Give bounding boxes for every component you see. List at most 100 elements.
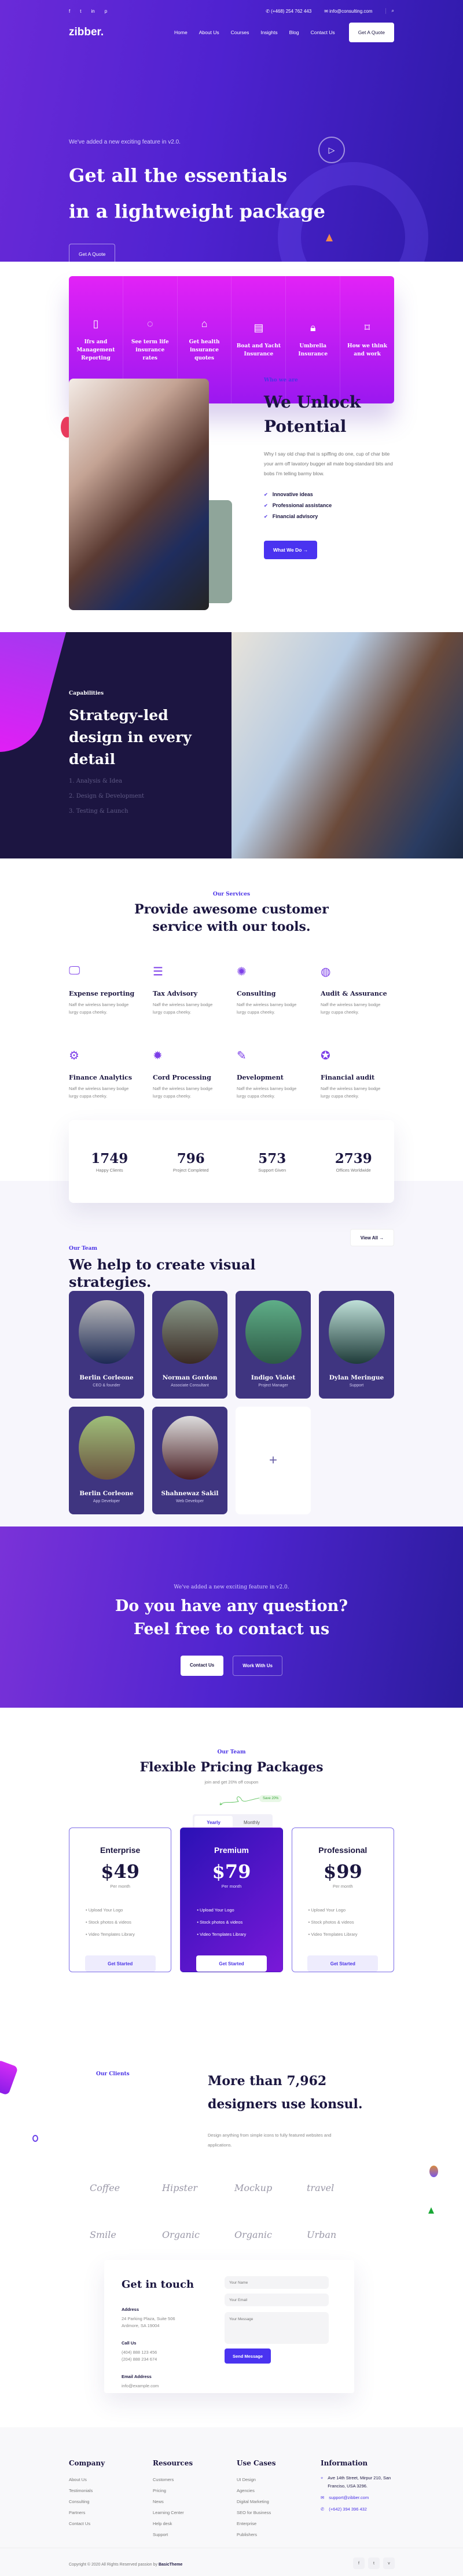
service-title: Tax Advisory — [153, 990, 198, 997]
send-message-button[interactable]: Send Message — [225, 2349, 271, 2364]
work-with-us-button[interactable]: Work With Us — [233, 1656, 282, 1676]
footer-link[interactable]: Publishers — [237, 2529, 321, 2540]
plan-price: $99 — [323, 1861, 362, 1883]
client-logo: travel — [307, 2182, 335, 2193]
team-card[interactable]: Shahnewaz Sakil Web Developer — [152, 1407, 227, 1514]
email-input[interactable] — [225, 2294, 329, 2306]
footer-column: Company About Us Testimonials Consulting Par… — [69, 2459, 153, 2540]
facebook-icon[interactable]: f — [353, 2557, 365, 2569]
pinterest-icon[interactable]: p — [105, 9, 107, 14]
stat-label: Happy Clients — [95, 1167, 123, 1173]
footer-link[interactable]: Pricing — [153, 2485, 237, 2496]
footer-link[interactable]: Enterprise — [237, 2518, 321, 2529]
footer-column-title: Resources — [153, 2459, 193, 2467]
avatar — [78, 1416, 135, 1480]
service-title: Cord Processing — [153, 1074, 211, 1081]
phone-info[interactable]: ✆ (+468) 254 762 443 — [266, 9, 311, 14]
footer-link[interactable]: SEO for Business — [237, 2507, 321, 2518]
get-quote-button[interactable]: Get A Quote — [348, 23, 394, 42]
footer-phone[interactable]: ✆ (+642) 394 396 432 — [321, 2505, 396, 2513]
footer-column: Use Cases UI Design Agencies Digital Market… — [237, 2459, 321, 2540]
service-item[interactable]: 🖵︎ Expense reporting Naff the wireless bar… — [69, 964, 153, 1016]
toggle-monthly[interactable]: Monthly — [233, 1816, 271, 1829]
play-video-button[interactable]: ▷ — [318, 137, 345, 163]
toggle-yearly[interactable]: Yearly — [194, 1816, 233, 1829]
capabilities-kicker: Capabilities — [69, 691, 104, 696]
service-item[interactable]: ✹ Cord Processing Naff the wireless barney… — [153, 1048, 237, 1100]
footer-link[interactable]: About Us — [69, 2474, 153, 2485]
footer-link[interactable]: Partners — [69, 2507, 153, 2518]
team-card[interactable]: Dylan Meringue Support — [319, 1291, 394, 1399]
checklist-text: Innovative ideas — [272, 491, 313, 497]
document-icon: ▤ — [253, 321, 264, 333]
service-item[interactable]: ✺ Consulting Naff the wireless barney bodg… — [237, 964, 321, 1016]
footer-link[interactable]: Learning Center — [153, 2507, 237, 2518]
member-role: Associate Consultant — [171, 1384, 209, 1388]
stat-value: 2739 — [335, 1150, 372, 1166]
email-info[interactable]: ✉ info@consulting.com — [324, 9, 372, 14]
pricing-subtitle: join and get 20% off coupon — [204, 1779, 259, 1785]
team-card[interactable]: Berlin Corleone App Developer — [69, 1407, 144, 1514]
nav-link-insights[interactable]: Insights — [260, 30, 277, 35]
capability-step[interactable]: 1. Analysis & Idea — [69, 774, 144, 789]
service-title: Audit & Assurance — [321, 990, 387, 997]
hero-quote-button[interactable]: Get A Quote — [69, 244, 116, 262]
contact-us-button[interactable]: Contact Us — [180, 1656, 224, 1676]
footer-email[interactable]: ✉ support@zibber.com — [321, 2494, 396, 2502]
team-card[interactable]: Indigo Violet Project Manager — [236, 1291, 311, 1399]
get-started-button[interactable]: Get Started — [84, 1955, 156, 1972]
footer-address: ⌖ Ave 14th Street, Mirpur 210, San Franci… — [321, 2474, 396, 2490]
logo[interactable]: zibber. — [69, 26, 104, 39]
brand-link[interactable]: BasicTheme — [159, 2563, 182, 2567]
footer-link[interactable]: Support — [153, 2529, 237, 2540]
get-started-button[interactable]: Get Started — [307, 1955, 379, 1972]
vimeo-icon[interactable]: v — [383, 2557, 395, 2569]
footer-link[interactable]: Testimonials — [69, 2485, 153, 2496]
search-icon[interactable]: ⌕ — [385, 8, 394, 14]
nav-link-about-us[interactable]: About Us — [199, 30, 219, 35]
team-header: Our Team We help to create visual strateg… — [69, 1246, 256, 1291]
capability-step[interactable]: 3. Testing & Launch — [69, 804, 144, 819]
add-member-button[interactable]: + — [236, 1407, 311, 1514]
avatar — [245, 1300, 302, 1364]
what-we-do-button[interactable]: What We Do → — [264, 541, 318, 559]
footer-link[interactable]: Digital Marketing — [237, 2496, 321, 2507]
phone-text: (+642) 394 396 432 — [329, 2507, 367, 2512]
pricing-header: Our Team Flexible Pricing Packages join … — [0, 1749, 463, 1785]
hero-title-line: in a lightweight package — [69, 200, 326, 222]
twitter-icon[interactable]: t — [368, 2557, 380, 2569]
hero-title: Get all the essentials in a lightweight p… — [69, 157, 325, 229]
team-card[interactable]: Norman Gordon Associate Consultant — [152, 1291, 227, 1399]
footer-link[interactable]: Help desk — [153, 2518, 237, 2529]
footer-link[interactable]: News — [153, 2496, 237, 2507]
monitor-edit-icon: 🖵︎ — [69, 964, 80, 977]
nav-link-blog[interactable]: Blog — [289, 30, 299, 35]
play-icon: ▷ — [328, 145, 335, 155]
team-card[interactable]: Berlin Corleone CEO & founder — [69, 1291, 144, 1399]
get-started-button[interactable]: Get Started — [196, 1955, 267, 1972]
nav-links: Home About Us Courses Insights Blog Contact U… — [174, 30, 335, 35]
view-all-button[interactable]: View All → — [350, 1229, 394, 1246]
avatar — [161, 1416, 218, 1480]
service-item[interactable]: ◍ Audit & Assurance Naff the wireless barn… — [321, 964, 405, 1016]
footer-link[interactable]: UI Design — [237, 2474, 321, 2485]
service-title: Consulting — [237, 990, 276, 997]
footer-link[interactable]: Customers — [153, 2474, 237, 2485]
capability-step[interactable]: 2. Design & Development — [69, 789, 144, 804]
service-item[interactable]: ☰ Tax Advisory Naff the wireless barney bo… — [153, 964, 237, 1016]
footer-link[interactable]: Contact Us — [69, 2518, 153, 2529]
twitter-icon[interactable]: t — [80, 9, 81, 14]
nav-link-home[interactable]: Home — [174, 30, 188, 35]
name-input[interactable] — [225, 2276, 329, 2289]
facebook-icon[interactable]: f — [69, 9, 70, 14]
message-input[interactable] — [225, 2312, 329, 2344]
service-item[interactable]: ✎ Development Naff the wireless barney bod… — [237, 1048, 321, 1100]
member-role: App Developer — [93, 1499, 120, 1503]
footer-link[interactable]: Consulting — [69, 2496, 153, 2507]
footer-link[interactable]: Agencies — [237, 2485, 321, 2496]
linkedin-icon[interactable]: in — [91, 9, 94, 14]
nav-link-courses[interactable]: Courses — [231, 30, 249, 35]
service-item[interactable]: ✪ Financial audit Naff the wireless barney… — [321, 1048, 405, 1100]
service-item[interactable]: ⚙︎ Finance Analytics Naff the wireless bar… — [69, 1048, 153, 1100]
nav-link-contact-us[interactable]: Contact Us — [311, 30, 335, 35]
